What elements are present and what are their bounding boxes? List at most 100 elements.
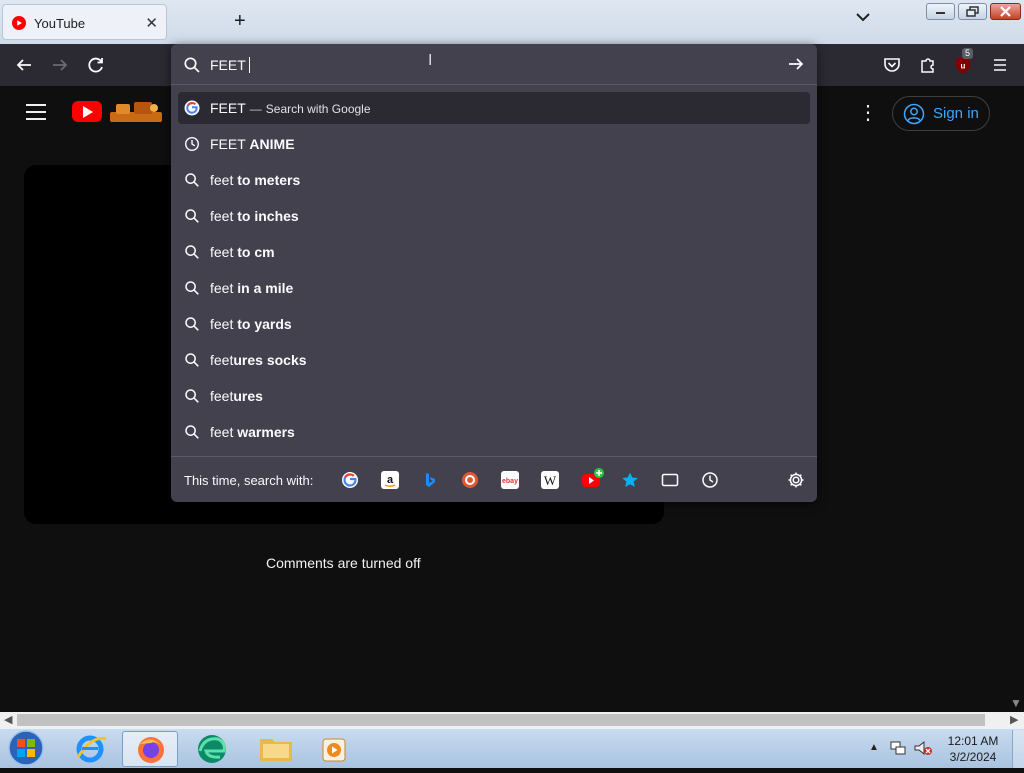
clock-time: 12:01 AM [947, 734, 999, 748]
youtube-settings-more-icon[interactable]: ⋮ [858, 100, 878, 125]
search-settings-gear-icon[interactable] [787, 471, 805, 489]
suggestion-row[interactable]: FEET — Search with Google [178, 92, 810, 124]
search-icon [184, 352, 200, 368]
taskbar-file-explorer[interactable] [248, 731, 304, 767]
suggestion-text: feet to meters [210, 172, 300, 188]
suggestion-prefix: feet [210, 352, 234, 368]
svg-text:ebay: ebay [502, 478, 518, 485]
svg-text:W: W [544, 473, 557, 488]
suggestion-completion: ures socks [233, 352, 307, 368]
go-arrow-icon[interactable] [787, 55, 805, 73]
scroll-right-arrow-icon[interactable]: ▶ [1010, 713, 1018, 726]
suggestion-row[interactable]: feet to inches [178, 200, 810, 232]
search-icon [184, 244, 200, 260]
suggestion-row[interactable]: feet to yards [178, 308, 810, 340]
suggestion-text: feet to inches [210, 208, 299, 224]
suggestion-row[interactable]: FEET ANIME [178, 128, 810, 160]
suggestion-text: FEET — Search with Google [210, 100, 371, 116]
history-icon[interactable] [701, 471, 719, 489]
suggestion-prefix: feet [210, 208, 238, 224]
new-tab-button[interactable]: + [234, 10, 246, 33]
start-button-windows-icon[interactable] [4, 729, 48, 767]
sign-in-label: Sign in [933, 105, 979, 122]
suggestion-text: feet to cm [210, 244, 275, 260]
folder-icon [260, 739, 292, 761]
suggestion-row[interactable]: feetures socks [178, 344, 810, 376]
taskbar-edge[interactable] [184, 731, 240, 767]
horizontal-scrollbar-thumb[interactable] [17, 714, 985, 726]
youtube-logo-icon[interactable] [72, 101, 102, 122]
system-clock[interactable]: 12:01 AM 3/2/2024 [942, 733, 1004, 765]
taskbar-firefox[interactable] [122, 731, 178, 767]
tabs-icon[interactable] [661, 471, 679, 489]
search-icon [184, 388, 200, 404]
suggestion-prefix: feet [210, 280, 238, 296]
one-off-search-bar: This time, search with: a ebay W [171, 456, 817, 502]
sign-in-button[interactable]: Sign in [892, 96, 990, 131]
window-close-button[interactable] [990, 3, 1021, 20]
suggestion-prefix: feet [210, 388, 234, 404]
text-caret [248, 57, 250, 73]
scroll-down-arrow-icon[interactable]: ▼ [1010, 696, 1022, 710]
back-button[interactable] [13, 54, 35, 76]
ebay-icon[interactable]: ebay [501, 471, 519, 489]
duckduckgo-icon[interactable] [461, 471, 479, 489]
suggestion-prefix: feet [210, 244, 238, 260]
suggestion-prefix: feet [210, 172, 238, 188]
back-arrow-icon [16, 59, 31, 71]
app-menu-button[interactable] [989, 54, 1011, 76]
reload-button[interactable] [85, 54, 107, 76]
search-icon [184, 424, 200, 440]
extensions-button[interactable] [917, 54, 939, 76]
youtube-doodle-logo[interactable] [106, 98, 166, 126]
suggestion-prefix: feet [210, 424, 238, 440]
suggestion-row[interactable]: feetures [178, 380, 810, 412]
suggestion-text: feet to yards [210, 316, 292, 332]
internet-explorer-icon [76, 735, 107, 763]
scroll-left-arrow-icon[interactable]: ◀ [4, 713, 12, 726]
edge-icon [198, 735, 226, 763]
google-icon[interactable] [341, 471, 359, 489]
youtube-add-icon[interactable] [581, 467, 605, 489]
ublock-button[interactable]: u 5 [952, 48, 974, 76]
taskbar-media-player[interactable] [306, 731, 362, 767]
suggestion-text: FEET ANIME [210, 136, 295, 152]
tab-title: YouTube [34, 16, 86, 31]
google-icon [184, 100, 200, 116]
bookmarks-icon[interactable] [621, 471, 639, 489]
network-tray-icon[interactable] [889, 739, 907, 757]
bing-icon[interactable] [421, 471, 439, 489]
suggestion-row[interactable]: feet in a mile [178, 272, 810, 304]
amazon-icon[interactable]: a [381, 471, 399, 489]
youtube-guide-menu-icon[interactable] [26, 104, 46, 120]
taskbar-internet-explorer[interactable] [62, 731, 118, 767]
suggestion-row[interactable]: feet warmers [178, 416, 810, 448]
suggestion-completion: to cm [237, 244, 275, 260]
suggestion-completion: ures [233, 388, 263, 404]
one-off-label: This time, search with: [184, 473, 314, 488]
suggestion-row[interactable]: feet to meters [178, 164, 810, 196]
show-desktop-button[interactable] [1012, 730, 1024, 768]
suggestion-row[interactable]: feet to cm [178, 236, 810, 268]
suggestion-text: feet in a mile [210, 280, 293, 296]
suggestion-text: feetures [210, 388, 263, 404]
list-all-tabs-icon[interactable] [856, 12, 870, 22]
mouse-ibeam-cursor-icon: I [428, 52, 433, 69]
pocket-button[interactable] [881, 54, 903, 76]
tab-close-icon[interactable]: ✕ [145, 14, 158, 32]
wikipedia-icon[interactable]: W [541, 471, 559, 489]
suggestion-prefix: FEET [210, 136, 250, 152]
suggestion-text: feet warmers [210, 424, 295, 440]
suggestion-text: feetures socks [210, 352, 307, 368]
show-hidden-icons-icon[interactable]: ▲ [869, 742, 879, 753]
address-bar-input[interactable]: FEET [171, 44, 817, 85]
volume-muted-tray-icon[interactable] [913, 739, 933, 757]
suggestion-prefix: feet [210, 316, 238, 332]
forward-button[interactable] [49, 54, 71, 76]
suggestion-completion: to inches [237, 208, 299, 224]
tab-youtube[interactable]: YouTube ✕ [2, 4, 167, 40]
hamburger-menu-icon [994, 59, 1006, 71]
window-minimize-button[interactable] [926, 3, 955, 20]
suggestion-separator: — [249, 102, 262, 116]
window-restore-button[interactable] [958, 3, 987, 20]
